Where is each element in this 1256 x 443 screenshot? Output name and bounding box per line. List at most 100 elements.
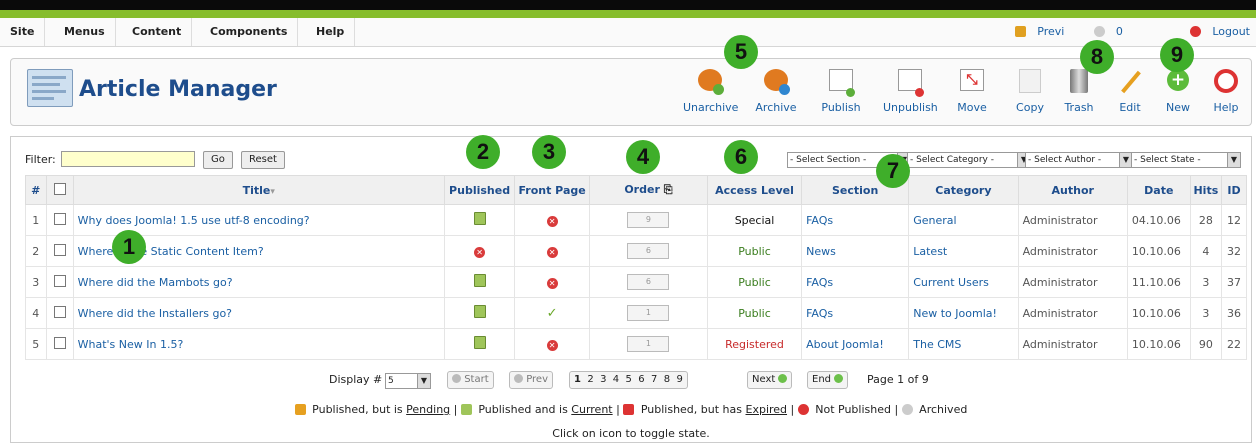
prev-button[interactable]: Prev <box>509 371 554 389</box>
access-level-link[interactable]: Public <box>706 235 803 267</box>
id-cell: 22 <box>1221 328 1247 360</box>
section-link[interactable]: FAQs <box>801 297 910 329</box>
page-6[interactable]: 6 <box>638 374 644 385</box>
page-9[interactable]: 9 <box>676 374 682 385</box>
not-frontpage-icon[interactable]: ✕ <box>546 339 558 351</box>
col-hits[interactable]: Hits <box>1189 175 1223 205</box>
article-title-link[interactable]: Where did the Installers go? <box>72 297 445 329</box>
new-button[interactable]: + New <box>1151 65 1205 121</box>
order-cell: 1 <box>588 328 708 360</box>
page-1[interactable]: 1 <box>574 374 581 385</box>
unpublish-button[interactable]: Unpublish <box>883 65 938 121</box>
row-checkbox[interactable] <box>53 243 66 256</box>
menu-site[interactable]: Site <box>0 18 46 46</box>
menu-components[interactable]: Components <box>200 18 299 46</box>
table-row: 4 Where did the Installers go? ✓ 1 Public FAQ… <box>25 297 1247 329</box>
col-author[interactable]: Author <box>1017 175 1128 205</box>
order-input[interactable]: 6 <box>627 243 670 259</box>
help-button[interactable]: Help <box>1199 65 1253 121</box>
category-select[interactable]: - Select Category - ▼ <box>907 152 1031 168</box>
page-8[interactable]: 8 <box>664 374 670 385</box>
row-number: 2 <box>25 235 47 267</box>
col-category[interactable]: Category <box>908 175 1019 205</box>
not-frontpage-icon[interactable]: ✕ <box>546 277 558 289</box>
article-manager-icon <box>27 69 73 107</box>
category-link[interactable]: General <box>908 204 1019 236</box>
section-link[interactable]: FAQs <box>801 266 910 298</box>
not-frontpage-icon[interactable]: ✕ <box>546 246 558 258</box>
category-link[interactable]: New to Joomla! <box>908 297 1019 329</box>
published-icon[interactable] <box>473 212 486 225</box>
checkmark-icon[interactable]: ✓ <box>547 306 558 321</box>
select-all-checkbox[interactable] <box>53 182 66 195</box>
callout-5: 5 <box>724 35 758 69</box>
publish-button[interactable]: Publish <box>814 65 868 121</box>
display-select[interactable]: 5 ▼ <box>385 373 431 389</box>
menu-menus[interactable]: Menus <box>54 18 116 46</box>
messages-link[interactable]: 0 <box>1086 25 1123 38</box>
copy-button[interactable]: Copy <box>1003 65 1057 121</box>
unpublished-icon[interactable]: ✕ <box>474 246 486 258</box>
category-link[interactable]: Latest <box>908 235 1019 267</box>
section-link[interactable]: News <box>801 235 910 267</box>
preview-link[interactable]: Previ <box>1007 25 1064 38</box>
frontpage-cell: ✕ <box>514 204 590 236</box>
filter-input[interactable] <box>61 151 195 167</box>
prev-icon <box>514 374 523 383</box>
published-icon[interactable] <box>473 305 486 318</box>
article-list-panel: Filter: Go Reset - Select Section -▼ - S… <box>10 136 1252 443</box>
order-input[interactable]: 6 <box>627 274 670 290</box>
page-2[interactable]: 2 <box>587 374 593 385</box>
row-checkbox[interactable] <box>53 274 66 287</box>
published-icon[interactable] <box>473 274 486 287</box>
page-4[interactable]: 4 <box>613 374 619 385</box>
save-order-icon[interactable]: ⎘ <box>664 183 673 196</box>
row-checkbox[interactable] <box>53 305 66 318</box>
published-icon[interactable] <box>473 336 486 349</box>
article-title-link[interactable]: Where did the Mambots go? <box>72 266 445 298</box>
col-date[interactable]: Date <box>1126 175 1191 205</box>
author-select[interactable]: - Select Author - ▼ <box>1025 152 1133 168</box>
order-input[interactable]: 1 <box>627 305 670 321</box>
current-icon <box>460 404 472 415</box>
menu-content[interactable]: Content <box>122 18 193 46</box>
page-5[interactable]: 5 <box>626 374 632 385</box>
section-link[interactable]: About Joomla! <box>801 328 910 360</box>
col-front-page[interactable]: Front Page <box>514 175 590 205</box>
id-cell: 37 <box>1221 266 1247 298</box>
access-level-link[interactable]: Public <box>706 266 803 298</box>
col-order[interactable]: Order ⎘ <box>588 175 708 205</box>
access-level-link[interactable]: Special <box>706 204 803 236</box>
col-published[interactable]: Published <box>443 175 516 205</box>
menu-help[interactable]: Help <box>306 18 356 46</box>
move-button[interactable]: ⤡ Move <box>945 65 999 121</box>
category-link[interactable]: Current Users <box>908 266 1019 298</box>
edit-button[interactable]: Edit <box>1103 65 1157 121</box>
page-3[interactable]: 3 <box>600 374 606 385</box>
access-level-link[interactable]: Registered <box>706 328 803 360</box>
not-frontpage-icon[interactable]: ✕ <box>546 215 558 227</box>
row-checkbox-cell <box>45 235 74 267</box>
col-access-level[interactable]: Access Level <box>706 175 803 205</box>
article-title-link[interactable]: What's New In 1.5? <box>72 328 445 360</box>
col-title[interactable]: Title▾ <box>72 175 445 205</box>
start-button[interactable]: Start <box>447 371 494 389</box>
access-level-link[interactable]: Public <box>706 297 803 329</box>
category-link[interactable]: The CMS <box>908 328 1019 360</box>
row-checkbox[interactable] <box>53 212 66 225</box>
order-input[interactable]: 9 <box>627 212 670 228</box>
next-button[interactable]: Next <box>747 371 793 389</box>
reset-button[interactable]: Reset <box>241 151 285 169</box>
order-input[interactable]: 1 <box>627 336 670 352</box>
row-checkbox[interactable] <box>53 336 66 349</box>
archive-button[interactable]: Archive <box>749 65 803 121</box>
unarchive-button[interactable]: Unarchive <box>683 65 738 121</box>
col-id[interactable]: ID <box>1221 175 1247 205</box>
messages-icon <box>1093 26 1105 37</box>
page-7[interactable]: 7 <box>651 374 657 385</box>
go-button[interactable]: Go <box>203 151 233 169</box>
end-button[interactable]: End <box>807 371 849 389</box>
state-select[interactable]: - Select State - ▼ <box>1131 152 1241 168</box>
logout-link[interactable]: Logout <box>1182 25 1250 38</box>
section-link[interactable]: FAQs <box>801 204 910 236</box>
